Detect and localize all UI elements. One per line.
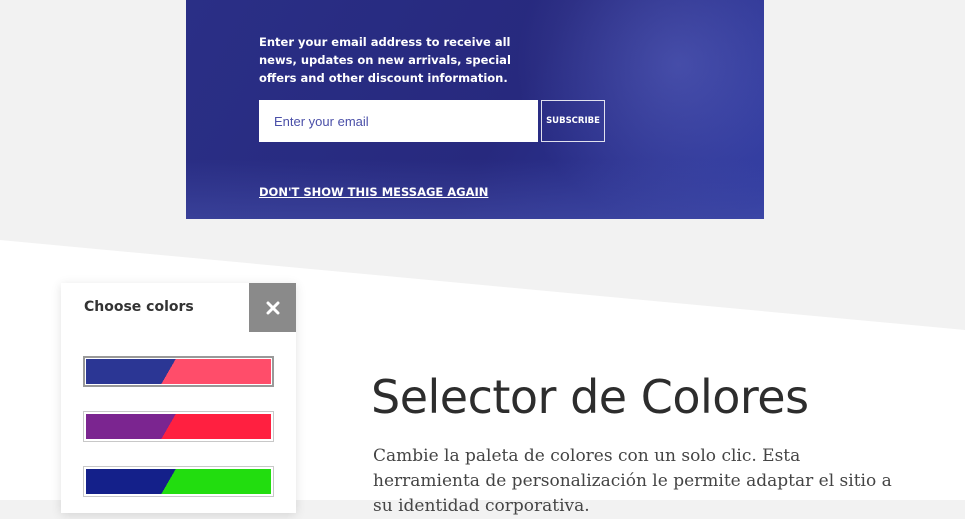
page-title: Selector de Colores	[371, 370, 809, 424]
close-icon	[266, 301, 279, 314]
color-swatch-2[interactable]	[83, 411, 274, 442]
swatch-fill	[86, 414, 271, 439]
subscribe-button[interactable]: SUBSCRIBE	[541, 100, 605, 142]
newsletter-description: Enter your email address to receive all …	[259, 35, 511, 85]
feature-description: Cambie la paleta de colores con un solo …	[373, 446, 892, 516]
newsletter-popup: Enter your email address to receive all …	[186, 0, 764, 219]
email-input[interactable]	[259, 100, 538, 142]
close-button[interactable]	[249, 283, 296, 332]
color-swatch-1[interactable]	[83, 356, 274, 387]
swatch-fill	[86, 359, 271, 384]
color-swatch-3[interactable]	[83, 466, 274, 497]
panel-title: Choose colors	[84, 299, 194, 315]
swatch-fill	[86, 469, 271, 494]
dont-show-again-link[interactable]: DON'T SHOW THIS MESSAGE AGAIN	[259, 185, 488, 199]
color-chooser-panel: Choose colors	[61, 283, 296, 513]
